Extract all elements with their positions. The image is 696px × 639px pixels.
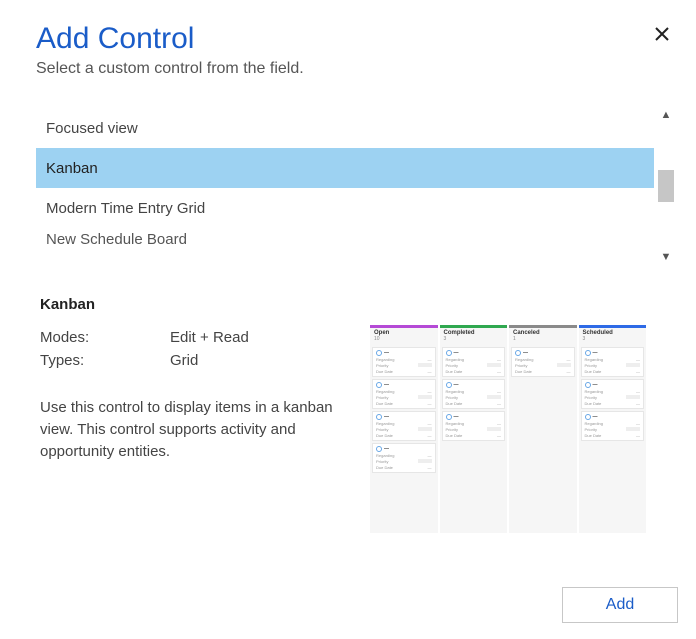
scroll-up-icon[interactable]: ▲ [656,106,676,124]
dialog-title: Add Control [36,22,678,56]
types-label: Types: [40,352,170,369]
modes-value: Edit + Read [170,329,249,346]
scroll-track-upper[interactable] [656,124,676,170]
dialog-subtitle: Select a custom control from the field. [36,60,678,78]
scroll-down-icon[interactable]: ▼ [656,248,676,266]
control-list[interactable]: FindSlots_GridControl_NameFocused viewKa… [36,106,654,266]
detail-heading: Kanban [40,296,678,313]
modes-label: Modes: [40,329,170,346]
detail-properties: Modes: Edit + Read Types: Grid Use this … [36,325,366,533]
scroll-thumb[interactable] [658,170,674,202]
close-button[interactable] [650,22,674,46]
types-value: Grid [170,352,198,369]
add-button[interactable]: Add [562,587,678,623]
list-item[interactable]: Focused view [36,108,654,148]
preview-column: Completed3—Regarding—PriorityDue Date——R… [440,325,508,533]
list-item[interactable]: Kanban [36,148,654,188]
add-control-dialog: Add Control Select a custom control from… [0,0,696,639]
scroll-track-lower[interactable] [656,202,676,248]
list-item[interactable]: New Schedule Board [36,228,654,248]
detail-description: Use this control to display items in a k… [40,397,340,462]
close-icon [654,26,670,42]
preview-column: Scheduled3—Regarding—PriorityDue Date——R… [579,325,647,533]
control-list-container: FindSlots_GridControl_NameFocused viewKa… [36,106,676,266]
detail-modes: Modes: Edit + Read [40,329,366,346]
scrollbar[interactable]: ▲ ▼ [656,106,676,266]
preview-column: Canceled1—Regarding—PriorityDue Date— [509,325,577,533]
dialog-footer: Add [562,587,678,623]
detail-types: Types: Grid [40,352,366,369]
preview-column: Open10—Regarding—PriorityDue Date——Regar… [370,325,438,533]
kanban-preview-image: Open10—Regarding—PriorityDue Date——Regar… [370,325,646,533]
detail-row: Modes: Edit + Read Types: Grid Use this … [36,325,676,533]
list-item[interactable]: Modern Time Entry Grid [36,188,654,228]
